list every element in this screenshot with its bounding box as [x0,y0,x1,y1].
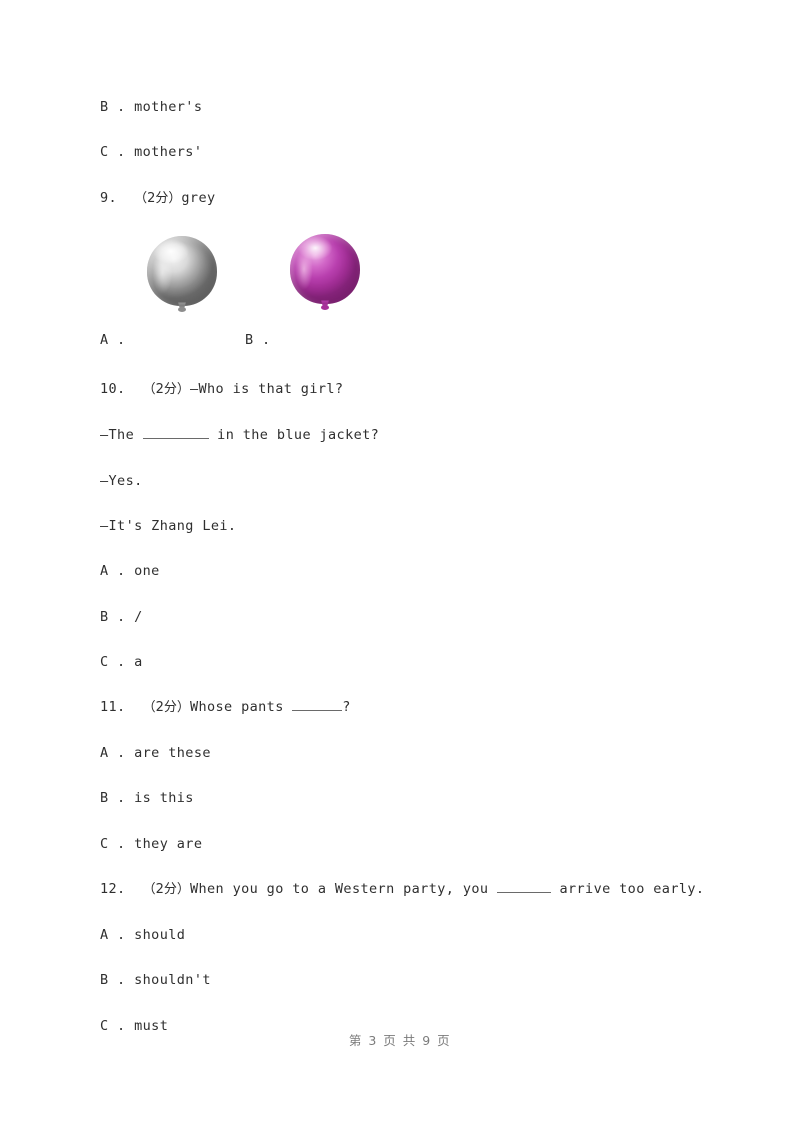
option-label: B . [100,790,126,807]
question-points: （2分） [142,882,190,898]
option-label: C . [100,144,126,161]
option-text: are these [125,745,211,762]
option-row: B . is this [100,791,720,806]
option-text: mother's [125,99,203,115]
question-points: （2分） [142,382,190,398]
question-points: （2分） [142,700,190,716]
page-content: B . mother's C . mothers' 9. （2分）grey A … [100,100,720,1064]
magenta-balloon-icon [290,234,362,312]
dialogue-line: —It's Zhang Lei. [100,517,237,534]
option-label: B . [100,608,126,625]
question-number: 11. [100,699,126,716]
question-stem-12: 12. （2分）When you go to a Western party, … [100,882,720,897]
dialogue-text-after: in the blue jacket? [208,427,380,444]
dialogue-text-before: —The [100,427,143,444]
option-label: A . [100,745,126,762]
option-text: one [125,563,160,580]
question-number: 9. [100,189,118,206]
balloon-body [147,236,217,307]
option-label-b: B . [245,332,271,349]
balloon-body [290,234,360,305]
option-label: A . [100,926,126,943]
exam-page: B . mother's C . mothers' 9. （2分）grey A … [0,0,800,1132]
question-text-after: ? [342,699,351,716]
page-footer: 第 3 页 共 9 页 [348,1033,452,1048]
option-row: A . should [100,928,720,943]
answer-blank[interactable] [496,892,551,894]
option-row: C . mothers' [100,145,720,160]
balloon-knot [178,307,186,313]
answer-blank[interactable] [142,438,209,440]
question-text-before: When you go to a Western party, you [189,881,497,898]
option-label-a: A . [100,332,126,349]
option-label: A . [100,563,126,580]
grey-balloon-icon [147,236,219,314]
question-text: grey [181,189,216,206]
question-stem-11: 11. （2分）Whose pants ? [100,700,720,715]
option-label: B . [100,99,126,115]
answer-blank[interactable] [292,710,343,712]
question-stem-9: 9. （2分）grey [100,189,720,206]
option-row: B . / [100,608,720,625]
question-text-before: Whose pants [189,699,293,716]
option-text: mothers' [125,144,203,161]
option-row: C . a [100,655,720,670]
option-label: C . [100,835,126,852]
dialogue-line: —The in the blue jacket? [100,428,720,443]
option-row: A . are these [100,746,720,761]
question-text-after: arrive too early. [550,881,705,898]
option-row: B . shouldn't [100,973,720,988]
option-label: B . [100,972,126,989]
option-text: / [125,608,143,625]
balloon-knot [321,305,329,311]
option-row: B . mother's [100,100,720,115]
option-row: C . they are [100,835,720,852]
question-number: 12. [100,881,126,898]
option-text: they are [125,835,203,852]
question-9-option-labels: A . B . [100,332,720,352]
dialogue-line: —Yes. [100,472,143,489]
question-stem-10: 10. （2分）—Who is that girl? [100,382,720,397]
option-label: C . [100,654,126,670]
option-text: a [125,654,143,670]
option-text: shouldn't [125,972,211,989]
option-text: should [125,926,186,943]
option-row: A . one [100,564,720,579]
question-text: —Who is that girl? [189,381,344,398]
option-text: is this [125,790,194,807]
question-number: 10. [100,381,126,398]
question-points: （2分） [134,190,182,206]
question-9-figure [100,234,720,332]
